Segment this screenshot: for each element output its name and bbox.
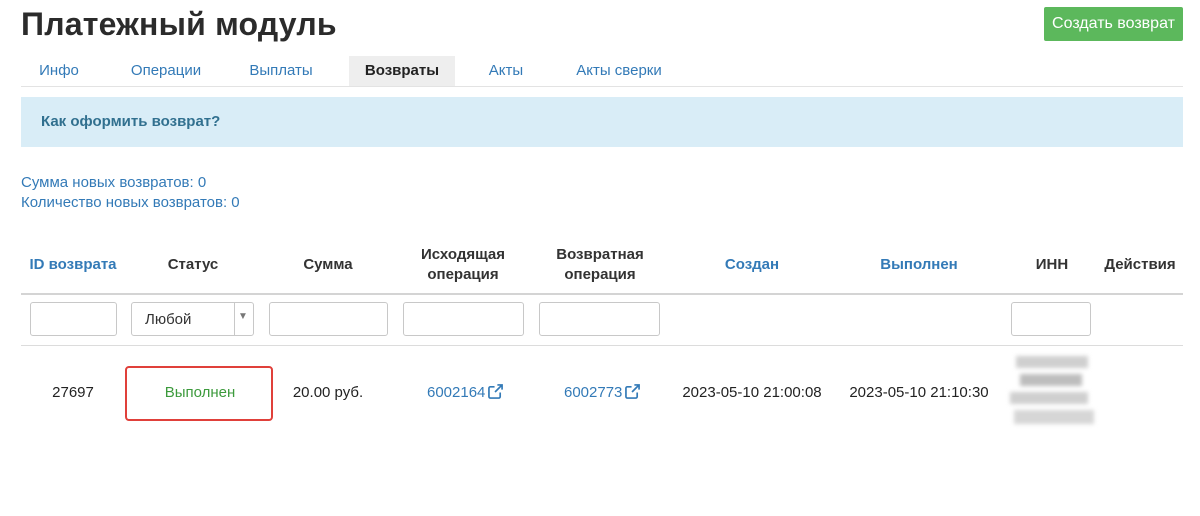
status-filter-value: Любой [145, 311, 192, 328]
tab-payouts[interactable]: Выплаты [241, 56, 321, 86]
tab-info[interactable]: Инфо [21, 56, 97, 86]
chevron-down-icon: ▼ [238, 311, 248, 322]
header-divider [21, 293, 1183, 295]
header-completed[interactable]: Выполнен [842, 255, 996, 275]
sum-new-returns: Сумма новых возвратов: 0 [21, 174, 207, 191]
header-id[interactable]: ID возврата [21, 255, 125, 275]
row-id: 27697 [52, 384, 94, 401]
page-title: Платежный модуль [21, 6, 337, 42]
header-status: Статус [167, 256, 219, 273]
filter-divider [21, 345, 1183, 346]
header-return-op-line2: операция [564, 266, 636, 283]
tab-reconciliation-acts[interactable]: Акты сверки [567, 56, 671, 86]
source-op-filter-input[interactable] [403, 302, 524, 336]
select-divider [234, 303, 235, 335]
header-inn: ИНН [1035, 256, 1069, 273]
id-filter-input[interactable] [30, 302, 117, 336]
tab-returns[interactable]: Возвраты [349, 56, 455, 86]
tab-bar: Инфо Операции Выплаты Возвраты Акты Акты… [21, 56, 1183, 87]
header-source-op-line1: Исходящая [420, 246, 506, 263]
header-created[interactable]: Создан [680, 255, 824, 275]
return-op-id: 6002773 [564, 384, 623, 401]
info-bar: Как оформить возврат? [21, 97, 1183, 147]
amount-filter-input[interactable] [269, 302, 388, 336]
header-actions: Действия [1104, 256, 1176, 273]
count-new-returns: Количество новых возвратов: 0 [21, 194, 240, 211]
return-op-link[interactable]: 6002773 [564, 384, 641, 401]
external-link-icon [625, 384, 641, 399]
row-created: 2023-05-10 21:00:08 [682, 384, 822, 401]
tab-acts[interactable]: Акты [477, 56, 535, 86]
source-op-link[interactable]: 6002164 [427, 384, 504, 401]
header-return-op-line1: Возвратная [556, 246, 644, 263]
row-amount: 20.00 руб. [292, 384, 364, 401]
header-source-op: Исходящая операция [400, 245, 526, 285]
how-to-return-link[interactable]: Как оформить возврат? [41, 113, 220, 130]
tab-operations[interactable]: Операции [121, 56, 211, 86]
header-return-op: Возвратная операция [537, 245, 663, 285]
row-status: Выполнен [164, 384, 236, 401]
source-op-id: 6002164 [427, 384, 486, 401]
external-link-icon [488, 384, 504, 399]
header-source-op-line2: операция [427, 266, 499, 283]
create-return-button[interactable]: Создать возврат [1044, 7, 1183, 41]
return-op-filter-input[interactable] [539, 302, 660, 336]
row-completed: 2023-05-10 21:10:30 [849, 384, 989, 401]
inn-filter-input[interactable] [1011, 302, 1091, 336]
status-filter-select[interactable]: Любой ▼ [131, 302, 254, 336]
header-amount: Сумма [303, 256, 353, 273]
